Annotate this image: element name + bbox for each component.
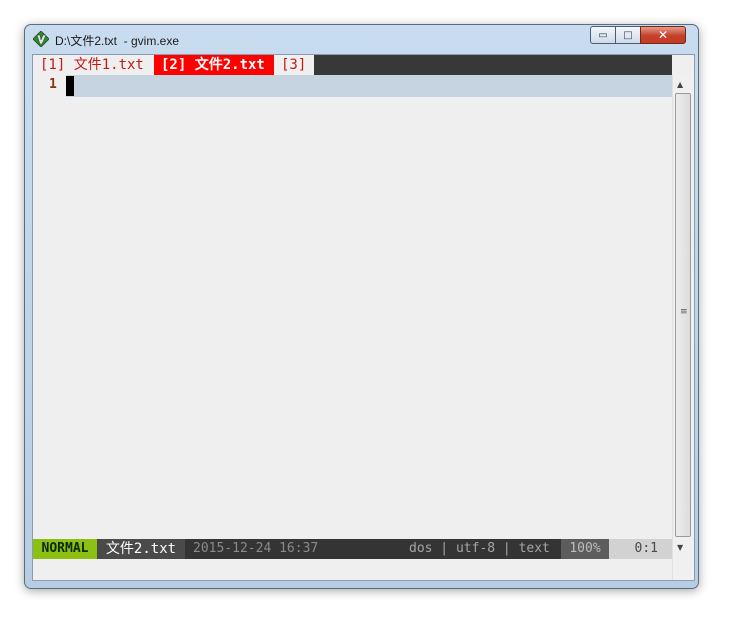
status-percent: 100%	[561, 539, 609, 559]
tab-3[interactable]: [3]	[274, 55, 314, 75]
maximize-icon: □	[623, 29, 633, 41]
minimize-button[interactable]: ▭	[590, 26, 616, 44]
scroll-up-arrow-icon[interactable]: ▲	[677, 80, 683, 89]
minimize-icon: ▭	[598, 29, 608, 41]
tab-file2-active[interactable]: [2] 文件2.txt	[154, 55, 274, 75]
scrollbar-thumb[interactable]: ≡	[675, 93, 691, 537]
window-title: D:\文件2.txt - gvim.exe	[55, 34, 180, 48]
scroll-down-arrow-icon[interactable]: ▼	[677, 543, 683, 552]
vim-app-icon	[33, 31, 49, 47]
status-line: NORMAL 文件2.txt 2015-12-24 16:37 dos | ut…	[33, 539, 672, 559]
tab-line: [1] 文件1.txt [2] 文件2.txt [3]	[33, 55, 672, 75]
grip-icon: ≡	[680, 307, 688, 317]
maximize-button[interactable]: □	[615, 26, 641, 44]
status-position: 0:1	[609, 539, 672, 559]
close-icon: ✕	[657, 28, 669, 42]
vim-client-area: [1] 文件1.txt [2] 文件2.txt [3] 1 NORMAL 文件2…	[32, 54, 695, 581]
gvim-window: D:\文件2.txt - gvim.exe ▭ □ ✕ [1] 文件1.txt …	[24, 24, 699, 589]
line-number: 1	[49, 77, 57, 92]
status-filename: 文件2.txt	[97, 539, 185, 559]
close-button[interactable]: ✕	[640, 26, 686, 44]
text-editor-area[interactable]: 1	[33, 75, 672, 539]
tab-file1[interactable]: [1] 文件1.txt	[33, 55, 154, 75]
text-cursor	[66, 76, 74, 96]
title-bar[interactable]: D:\文件2.txt - gvim.exe ▭ □ ✕	[25, 25, 698, 54]
status-datetime: 2015-12-24 16:37	[193, 541, 319, 556]
cursor-line: 1	[33, 75, 672, 97]
command-line[interactable]	[33, 559, 672, 580]
status-fileinfo: dos | utf-8 | text	[409, 541, 550, 556]
mode-indicator: NORMAL	[33, 539, 97, 559]
vertical-scrollbar[interactable]: ▲ ≡ ▼	[672, 75, 694, 580]
